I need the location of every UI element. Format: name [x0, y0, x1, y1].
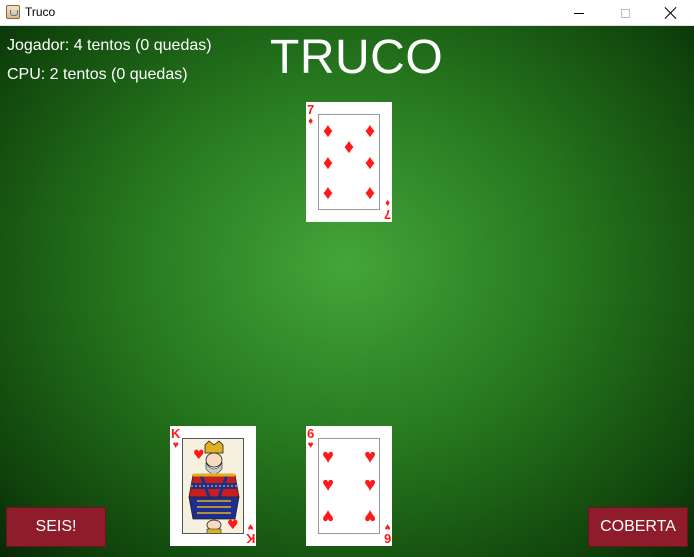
diamond-icon: ♦: [322, 120, 334, 142]
card-rank: 7: [307, 102, 315, 117]
cpu-score: CPU: 2 tentos (0 quedas): [7, 66, 188, 83]
java-cup-icon: [6, 5, 20, 19]
heart-icon: ♥: [307, 440, 314, 451]
game-title: TRUCO: [270, 31, 444, 84]
card-corner-bottom: 6 ♥: [383, 521, 391, 546]
card-corner-bottom: K ♥: [245, 521, 255, 546]
svg-text:♥: ♥: [227, 518, 239, 533]
heart-icon: ♥: [172, 440, 179, 451]
window-title: Truco: [25, 5, 56, 19]
diamond-icon: ♦: [384, 197, 390, 208]
diamond-icon: ♦: [308, 116, 314, 127]
king-face-illustration: ♥ ♥: [182, 438, 244, 534]
diamond-icon: ♦: [364, 182, 376, 204]
card-corner-top: K ♥: [171, 427, 180, 451]
svg-text:♥: ♥: [193, 448, 205, 463]
player-score: Jogador: 4 tentos (0 quedas): [7, 37, 212, 54]
diamond-icon: ♦: [322, 182, 334, 204]
maximize-button[interactable]: [602, 0, 648, 26]
card-rank: 6: [307, 426, 315, 441]
player-card-six-hearts[interactable]: 6 ♥ 6 ♥ ♥ ♥ ♥ ♥ ♥ ♥: [306, 426, 392, 546]
close-button[interactable]: [648, 0, 694, 26]
heart-icon: ♥: [384, 521, 391, 532]
player-card-king-hearts[interactable]: ♥ ♥ K ♥ K ♥: [170, 426, 256, 546]
game-table: Jogador: 4 tentos (0 quedas) CPU: 2 tent…: [0, 26, 694, 557]
window-titlebar[interactable]: Truco: [0, 0, 694, 26]
card-corner-top: 7 ♦: [307, 103, 314, 127]
minimize-button[interactable]: [556, 0, 602, 26]
diamond-icon: ♦: [364, 120, 376, 142]
seis-button[interactable]: SEIS!: [6, 507, 106, 547]
close-icon: [665, 7, 677, 19]
coberta-button[interactable]: COBERTA: [588, 507, 688, 547]
heart-icon: ♥: [322, 505, 334, 527]
card-corner-bottom: 7 ♦: [383, 197, 391, 222]
heart-icon: ♥: [322, 474, 334, 496]
cpu-played-card: 7 ♦ 7 ♦ ♦ ♦ ♦ ♦ ♦ ♦ ♦: [306, 102, 392, 222]
heart-icon: ♥: [322, 446, 334, 468]
card-rank: 6: [383, 531, 391, 546]
card-rank: K: [171, 426, 181, 441]
card-rank: 7: [383, 207, 391, 222]
diamond-icon: ♦: [343, 136, 355, 158]
minimize-icon: [574, 12, 584, 14]
card-rank: K: [245, 531, 255, 546]
heart-icon: ♥: [364, 446, 376, 468]
heart-icon: ♥: [247, 521, 254, 532]
diamond-icon: ♦: [322, 152, 334, 174]
maximize-icon: [620, 8, 630, 18]
king-portrait-icon: ♥ ♥: [183, 439, 243, 533]
heart-icon: ♥: [364, 474, 376, 496]
heart-icon: ♥: [364, 505, 376, 527]
diamond-icon: ♦: [364, 152, 376, 174]
card-corner-top: 6 ♥: [307, 427, 314, 451]
